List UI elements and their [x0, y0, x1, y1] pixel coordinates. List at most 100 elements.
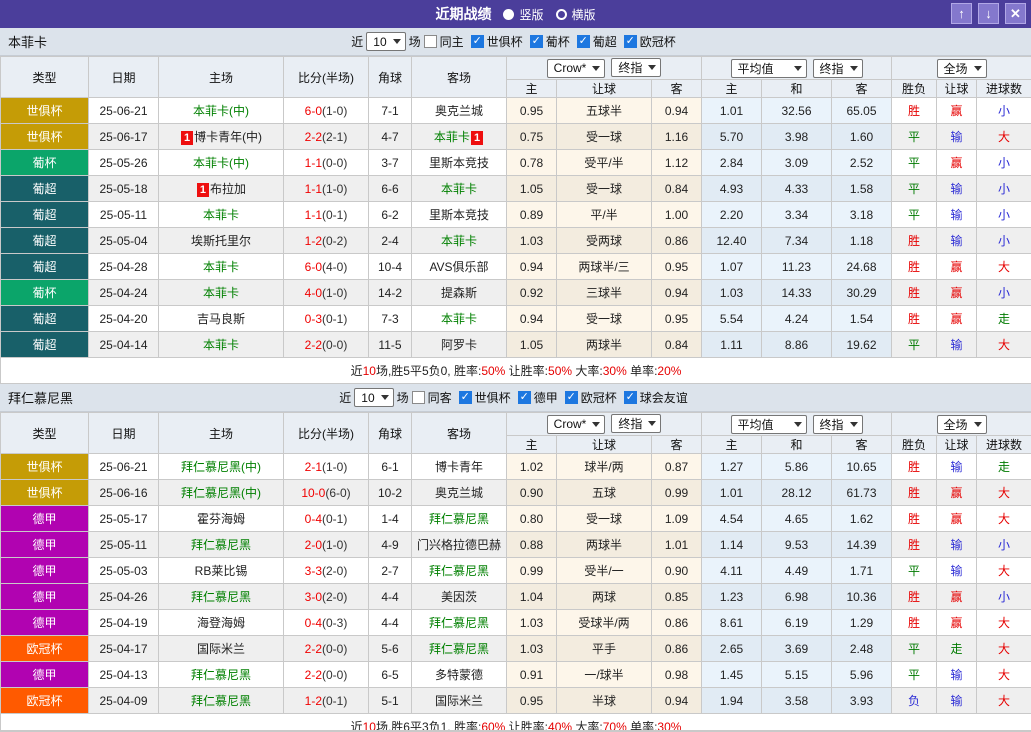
halftime-score: (0-1): [322, 311, 348, 326]
league-checkbox[interactable]: ✓: [564, 391, 578, 404]
red-card-badge: 1: [470, 131, 484, 145]
odds-source-select[interactable]: Crow*: [546, 58, 606, 78]
league-checkbox[interactable]: ✓: [458, 391, 472, 404]
odds-final-select[interactable]: 终指: [611, 58, 662, 78]
team-link[interactable]: 奥克兰城: [435, 486, 483, 500]
team-link[interactable]: 本菲卡: [203, 208, 239, 222]
team-link[interactable]: 拜仁慕尼黑(中): [181, 486, 261, 500]
fulltime-score: 2-0: [304, 537, 322, 552]
odds-final-select[interactable]: 终指: [611, 414, 662, 434]
team-link[interactable]: 吉马良斯: [197, 312, 245, 326]
fulltime-score: 0-3: [304, 311, 322, 326]
handicap: 受一球: [556, 505, 652, 532]
avg-away: 1.54: [830, 305, 893, 332]
corner-score: 11-5: [368, 331, 412, 358]
average-final-select[interactable]: 终指: [812, 414, 863, 434]
avg-away: 61.73: [830, 479, 893, 506]
team-link[interactable]: 本菲卡: [434, 130, 470, 144]
avg-home: 2.65: [701, 635, 762, 662]
near-label: 近: [351, 35, 364, 49]
match-date: 25-06-21: [88, 97, 159, 124]
team-link[interactable]: 里斯本竞技: [429, 208, 489, 222]
same-venue-checkbox[interactable]: [411, 391, 425, 404]
move-up-button[interactable]: ↑: [951, 3, 972, 24]
home-team-cell: 吉马良斯: [158, 305, 284, 332]
result-outcome: 平: [891, 149, 938, 176]
league-checkbox[interactable]: ✓: [470, 35, 484, 48]
odds-home: 1.03: [506, 609, 557, 636]
result-handicap: 赢: [936, 97, 978, 124]
team-link[interactable]: 埃斯托里尔: [191, 234, 251, 248]
team-link[interactable]: 多特蒙德: [435, 668, 483, 682]
results-table: 类型 日期 主场 比分(半场) 角球 客场 Crow* 终指 平均值 终指 全场主让球客主和客胜负让…: [0, 56, 1031, 384]
team-link[interactable]: 国际米兰: [435, 694, 483, 708]
team-link[interactable]: 拜仁慕尼黑: [429, 564, 489, 578]
team-link[interactable]: AVS俱乐部: [429, 260, 488, 274]
team-link[interactable]: 布拉加: [210, 182, 246, 196]
team-link[interactable]: 本菲卡: [203, 260, 239, 274]
result-outcome: 平: [891, 123, 938, 150]
team-link[interactable]: 拜仁慕尼黑: [191, 590, 251, 604]
recent-count-select[interactable]: 10: [354, 388, 394, 407]
team-link[interactable]: 拜仁慕尼黑(中): [181, 460, 261, 474]
team-link[interactable]: 阿罗卡: [441, 338, 477, 352]
match-type-badge: 葡杯: [0, 149, 89, 176]
team-link[interactable]: 奥克兰城: [435, 104, 483, 118]
close-icon: ✕: [1010, 5, 1021, 21]
fulltime-select[interactable]: 全场: [936, 414, 987, 434]
team-link[interactable]: 拜仁慕尼黑: [191, 538, 251, 552]
team-link[interactable]: 本菲卡: [441, 312, 477, 326]
move-down-button[interactable]: ↓: [978, 3, 999, 24]
team-link[interactable]: 本菲卡: [203, 338, 239, 352]
team-link[interactable]: 拜仁慕尼黑: [429, 512, 489, 526]
team-link[interactable]: 门兴格拉德巴赫: [417, 538, 501, 552]
radio-horizontal[interactable]: 横版: [555, 6, 596, 23]
recent-count-select[interactable]: 10: [366, 32, 406, 51]
avg-draw: 3.98: [761, 123, 832, 150]
team-link[interactable]: 里斯本竞技: [429, 156, 489, 170]
team-link[interactable]: 霍芬海姆: [197, 512, 245, 526]
avg-draw: 28.12: [761, 479, 832, 506]
red-card-badge: 1: [180, 131, 194, 145]
odds-source-select[interactable]: Crow*: [546, 414, 606, 434]
league-checkbox[interactable]: ✓: [576, 35, 590, 48]
fulltime-select[interactable]: 全场: [936, 58, 987, 78]
team-link[interactable]: 本菲卡: [441, 234, 477, 248]
team-link[interactable]: 国际米兰: [197, 642, 245, 656]
average-select[interactable]: 平均值: [730, 58, 807, 78]
team-link[interactable]: 提森斯: [441, 286, 477, 300]
result-goals: 大: [976, 609, 1031, 636]
average-final-select[interactable]: 终指: [812, 58, 863, 78]
team-link[interactable]: 博卡青年(中): [194, 130, 262, 144]
team-link[interactable]: 美因茨: [441, 590, 477, 604]
result-goals: 大: [976, 687, 1031, 714]
avg-away: 5.96: [830, 661, 893, 688]
team-link[interactable]: RB莱比锡: [195, 564, 248, 578]
team-link[interactable]: 本菲卡: [441, 182, 477, 196]
radio-vertical[interactable]: 竖版: [503, 6, 544, 23]
league-checkbox[interactable]: ✓: [529, 35, 543, 48]
avg-draw: 14.33: [761, 279, 832, 306]
close-button[interactable]: ✕: [1005, 3, 1026, 24]
team-link[interactable]: 本菲卡(中): [193, 156, 249, 170]
same-venue-checkbox[interactable]: [423, 35, 437, 48]
odds-home: 0.94: [506, 305, 557, 332]
team-link[interactable]: 海登海姆: [197, 616, 245, 630]
handicap: 平手: [556, 635, 652, 662]
average-select[interactable]: 平均值: [730, 414, 807, 434]
fulltime-score: 3-3: [304, 563, 322, 578]
league-checkbox[interactable]: ✓: [623, 35, 637, 48]
league-checkbox[interactable]: ✓: [623, 391, 637, 404]
away-team-cell: 拜仁慕尼黑: [411, 609, 507, 636]
odds-home: 1.04: [506, 583, 557, 610]
team-link[interactable]: 本菲卡(中): [193, 104, 249, 118]
near-label: 近: [339, 391, 352, 405]
avg-draw: 3.58: [761, 687, 832, 714]
league-checkbox[interactable]: ✓: [517, 391, 531, 404]
team-link[interactable]: 拜仁慕尼黑: [191, 694, 251, 708]
team-link[interactable]: 拜仁慕尼黑: [429, 642, 489, 656]
team-link[interactable]: 本菲卡: [203, 286, 239, 300]
team-link[interactable]: 拜仁慕尼黑: [429, 616, 489, 630]
team-link[interactable]: 博卡青年: [435, 460, 483, 474]
team-link[interactable]: 拜仁慕尼黑: [191, 668, 251, 682]
